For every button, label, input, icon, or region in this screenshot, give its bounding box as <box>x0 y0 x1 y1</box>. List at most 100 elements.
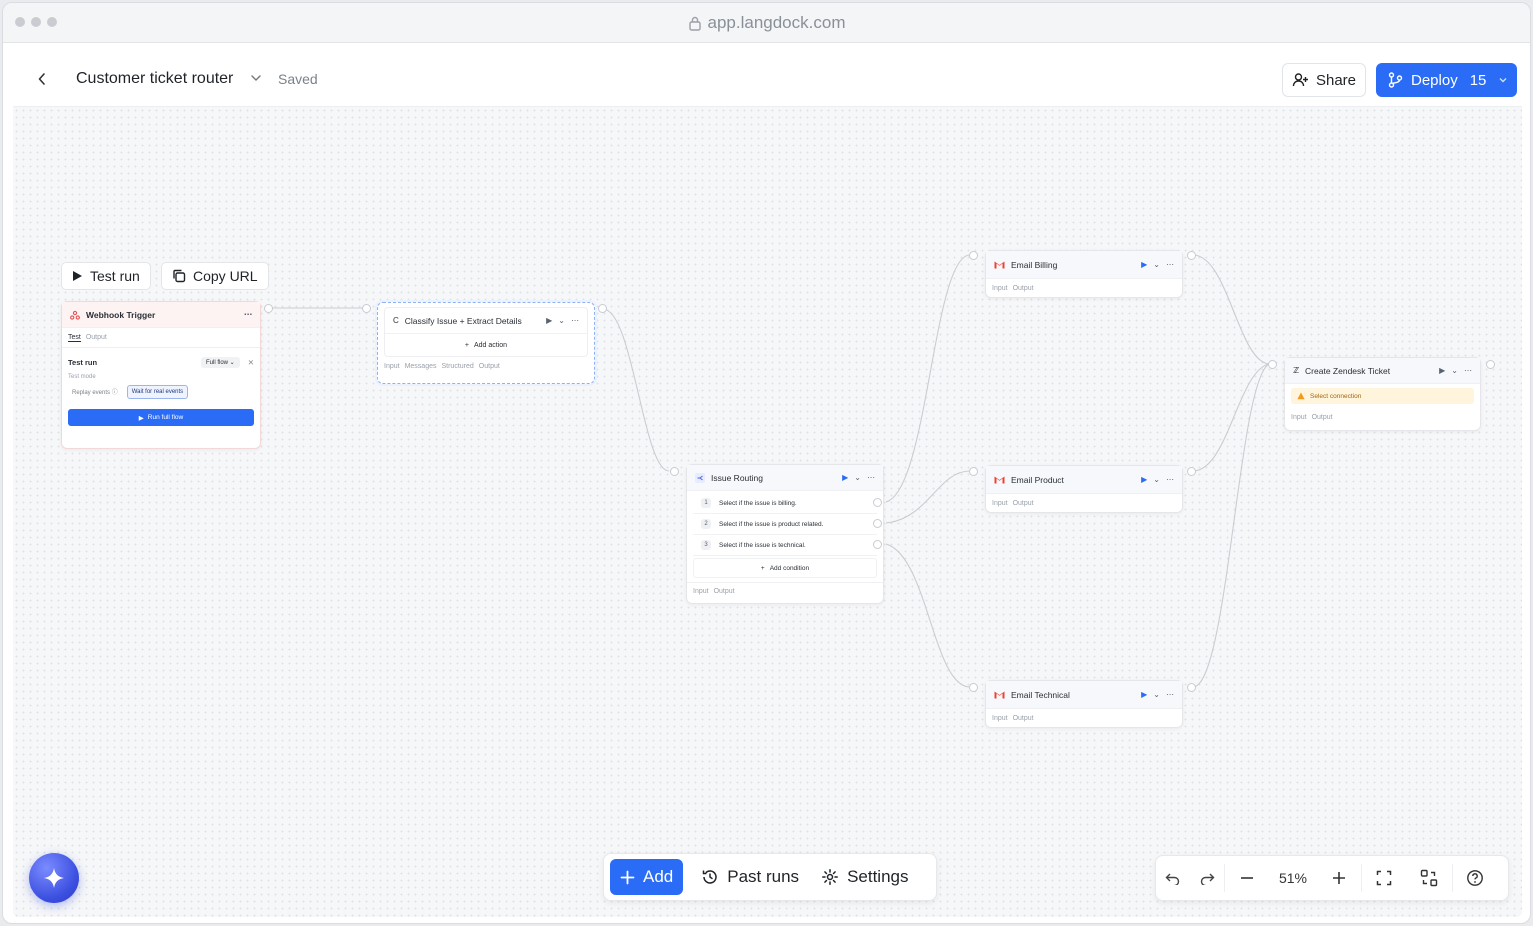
test-run-panel: Test run Full flow ⌄ ✕ Test mode Replay … <box>62 348 260 426</box>
tab-input[interactable]: Input <box>992 500 1008 507</box>
tab-messages[interactable]: Messages <box>405 363 437 370</box>
condition-row[interactable]: 1 Select if the issue is billing. <box>693 493 877 514</box>
chevron-down-icon[interactable]: ⌄ <box>558 316 565 325</box>
node-webhook-trigger[interactable]: Webhook Trigger ⋯ Test Output Test run F… <box>61 301 261 449</box>
zoom-out-button[interactable] <box>1225 856 1269 900</box>
chevron-down-icon[interactable]: ⌄ <box>1153 260 1160 269</box>
tab-structured[interactable]: Structured <box>441 363 473 370</box>
more-icon[interactable]: ⋯ <box>1166 475 1174 484</box>
tab-output[interactable]: Output <box>714 588 735 595</box>
past-runs-button[interactable]: Past runs <box>697 867 803 887</box>
add-button[interactable]: Add <box>610 859 684 895</box>
chevron-down-icon[interactable]: ⌄ <box>1451 366 1458 375</box>
ai-assistant-button[interactable] <box>29 853 79 903</box>
dropdown-value: Full flow <box>205 359 228 366</box>
add-action-button[interactable]: + Add action <box>385 334 587 356</box>
condition-handle[interactable] <box>873 540 882 549</box>
node-handle[interactable] <box>670 467 679 476</box>
node-email-billing[interactable]: Email Billing ▶ ⌄ ⋯ Input Output <box>985 250 1183 298</box>
fit-view-button[interactable] <box>1362 856 1406 900</box>
tab-input[interactable]: Input <box>384 363 400 370</box>
more-icon[interactable]: ⋯ <box>244 310 252 319</box>
more-icon[interactable]: ⋯ <box>571 316 579 325</box>
tab-input[interactable]: Input <box>693 588 709 595</box>
node-handle[interactable] <box>969 251 978 260</box>
chevron-down-icon[interactable]: ⌄ <box>1153 690 1160 699</box>
node-handle[interactable] <box>969 683 978 692</box>
tab-output[interactable]: Output <box>1013 715 1034 722</box>
tab-input[interactable]: Input <box>992 715 1008 722</box>
more-icon[interactable]: ⋯ <box>867 473 875 482</box>
tab-output[interactable]: Output <box>1013 500 1034 507</box>
flow-title[interactable]: Customer ticket router <box>76 70 233 88</box>
add-condition-button[interactable]: + Add condition <box>693 558 877 578</box>
node-handle[interactable] <box>969 467 978 476</box>
tab-output[interactable]: Output <box>86 334 107 341</box>
tab-output[interactable]: Output <box>1312 414 1333 421</box>
chevron-down-icon[interactable]: ⌄ <box>1153 475 1160 484</box>
play-icon[interactable]: ▶ <box>842 473 848 482</box>
plus-icon <box>1333 872 1345 884</box>
zoom-level[interactable]: 51% <box>1269 856 1317 900</box>
caret-down-icon[interactable] <box>1499 77 1507 83</box>
play-icon[interactable]: ▶ <box>546 316 552 325</box>
node-handle[interactable] <box>1486 360 1495 369</box>
more-icon[interactable]: ⋯ <box>1166 690 1174 699</box>
node-create-zendesk-ticket[interactable]: ℤ Create Zendesk Ticket ▶ ⌄ ⋯ Select conne… <box>1284 357 1481 431</box>
auto-layout-button[interactable] <box>1406 856 1452 900</box>
node-handle[interactable] <box>1187 683 1196 692</box>
tab-input[interactable]: Input <box>1291 414 1307 421</box>
node-email-technical[interactable]: Email Technical ▶ ⌄ ⋯ Input Output <box>985 680 1183 728</box>
undo-button[interactable] <box>1156 856 1190 900</box>
condition-handle[interactable] <box>873 519 882 528</box>
replay-events-option[interactable]: Replay events ⓘ <box>68 384 122 399</box>
help-button[interactable] <box>1453 856 1497 900</box>
test-run-button[interactable]: Test run <box>61 262 151 290</box>
settings-button[interactable]: Settings <box>817 867 912 887</box>
copy-url-button[interactable]: Copy URL <box>161 262 269 290</box>
tab-input[interactable]: Input <box>992 285 1008 292</box>
tab-test[interactable]: Test <box>68 334 81 342</box>
play-icon[interactable]: ▶ <box>1141 260 1147 269</box>
condition-row[interactable]: 2 Select if the issue is product related. <box>693 514 877 535</box>
flow-scope-dropdown[interactable]: Full flow ⌄ <box>200 356 240 368</box>
add-action-label: Add action <box>474 341 508 349</box>
condition-row[interactable]: 3 Select if the issue is technical. <box>693 535 877 556</box>
node-handle[interactable] <box>1268 360 1277 369</box>
run-full-flow-button[interactable]: ▶ Run full flow <box>68 409 254 426</box>
condition-number: 2 <box>701 519 711 529</box>
play-icon[interactable]: ▶ <box>1141 475 1147 484</box>
node-handle[interactable] <box>1187 467 1196 476</box>
node-handle[interactable] <box>362 304 371 313</box>
browser-window: app.langdock.com Customer ticket router … <box>2 2 1531 924</box>
redo-button[interactable] <box>1190 856 1224 900</box>
node-handle[interactable] <box>598 304 607 313</box>
back-button[interactable] <box>31 68 53 90</box>
wait-real-events-option[interactable]: Wait for real events <box>126 384 189 399</box>
plus-icon: + <box>464 341 469 349</box>
play-icon[interactable]: ▶ <box>1439 366 1445 375</box>
node-issue-routing[interactable]: Issue Routing ▶ ⌄ ⋯ 1 Select if the issue i… <box>686 464 884 604</box>
gmail-icon <box>994 691 1005 699</box>
node-handle[interactable] <box>1187 251 1196 260</box>
chevron-down-icon[interactable]: ⌄ <box>854 473 861 482</box>
node-email-product[interactable]: Email Product ▶ ⌄ ⋯ Input Output <box>985 465 1183 513</box>
warning-icon <box>1297 392 1305 400</box>
zoom-in-button[interactable] <box>1317 856 1361 900</box>
more-icon[interactable]: ⋯ <box>1464 366 1472 375</box>
node-header: Issue Routing ▶ ⌄ ⋯ <box>687 465 883 491</box>
node-header: Webhook Trigger ⋯ <box>62 302 260 328</box>
node-handle[interactable] <box>264 304 273 313</box>
close-icon[interactable]: ✕ <box>248 358 254 367</box>
chevron-down-icon[interactable] <box>250 73 262 83</box>
more-icon[interactable]: ⋯ <box>1166 260 1174 269</box>
address-bar[interactable]: app.langdock.com <box>3 13 1530 33</box>
node-classify-issue[interactable]: C Classify Issue + Extract Details ▶ ⌄ ⋯ +… <box>377 302 595 384</box>
tab-output[interactable]: Output <box>479 363 500 370</box>
tab-output[interactable]: Output <box>1013 285 1034 292</box>
play-icon[interactable]: ▶ <box>1141 690 1147 699</box>
deploy-button[interactable]: Deploy 15 <box>1376 63 1517 97</box>
select-connection-warning[interactable]: Select connection <box>1291 388 1474 404</box>
share-button[interactable]: Share <box>1282 63 1366 97</box>
condition-handle[interactable] <box>873 498 882 507</box>
